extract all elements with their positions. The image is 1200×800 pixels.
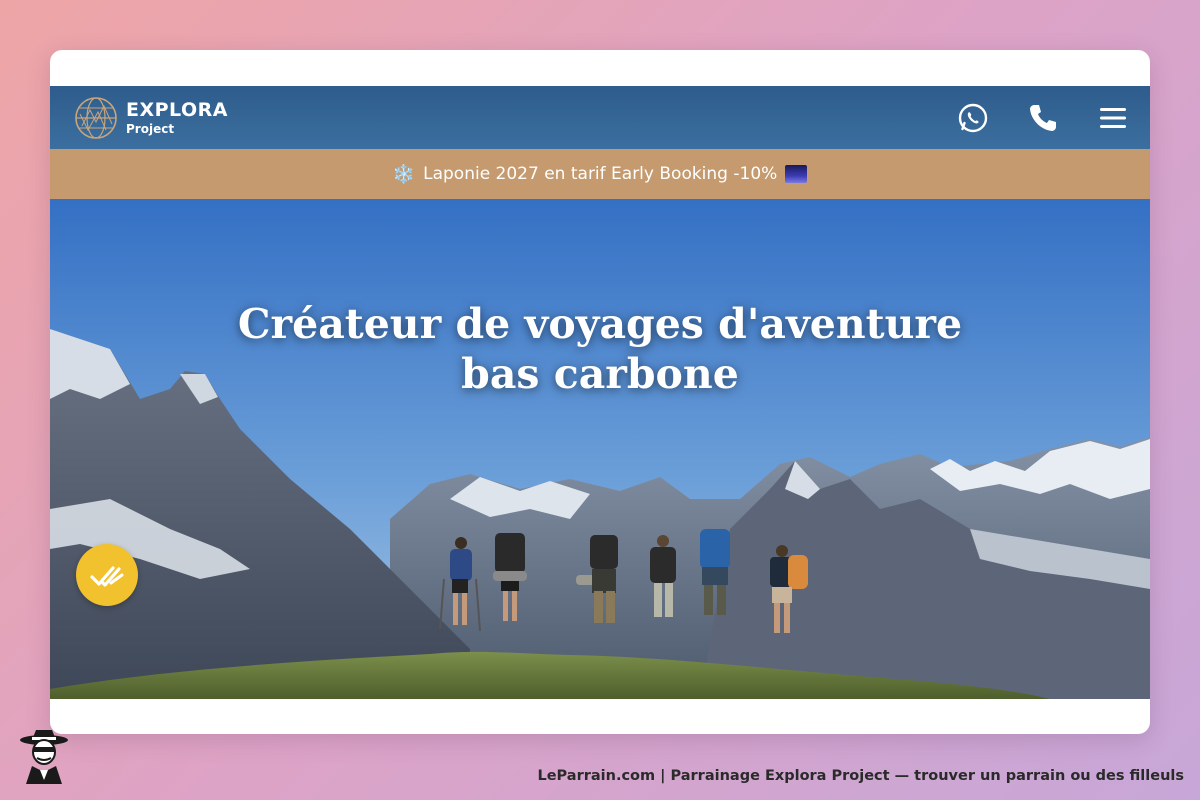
hero-title: Créateur de voyages d'aventure bas carbo… xyxy=(50,299,1150,399)
hamburger-menu-icon[interactable] xyxy=(1096,101,1130,135)
header-actions xyxy=(956,101,1130,135)
double-check-icon xyxy=(90,566,124,587)
site-header: EXPLORA Project xyxy=(50,86,1150,149)
whatsapp-icon[interactable] xyxy=(956,101,990,135)
website-card: EXPLORA Project ❄️ Laponie 2027 en tarif… xyxy=(50,50,1150,734)
hero-title-line-2: bas carbone xyxy=(461,350,739,398)
brand-name: EXPLORA xyxy=(126,98,228,121)
promo-banner-text: Laponie 2027 en tarif Early Booking -10% xyxy=(423,164,778,184)
phone-icon[interactable] xyxy=(1026,101,1060,135)
hero-title-line-1: Créateur de voyages d'aventure xyxy=(237,300,963,348)
globe-logo-icon xyxy=(75,96,117,139)
brand-logo-link[interactable]: EXPLORA Project xyxy=(74,96,228,140)
review-badge-button[interactable] xyxy=(76,544,138,606)
hero-section: Créateur de voyages d'aventure bas carbo… xyxy=(50,199,1150,699)
snowflake-icon: ❄️ xyxy=(392,163,416,185)
mountain-hikers-photo xyxy=(50,199,1150,699)
promo-banner[interactable]: ❄️ Laponie 2027 en tarif Early Booking -… xyxy=(50,149,1150,199)
leparrain-mascot-logo xyxy=(20,730,68,784)
footer-caption: LeParrain.com | Parrainage Explora Proje… xyxy=(537,768,1184,784)
brand-subtitle: Project xyxy=(126,121,175,136)
night-sky-icon xyxy=(785,165,808,183)
